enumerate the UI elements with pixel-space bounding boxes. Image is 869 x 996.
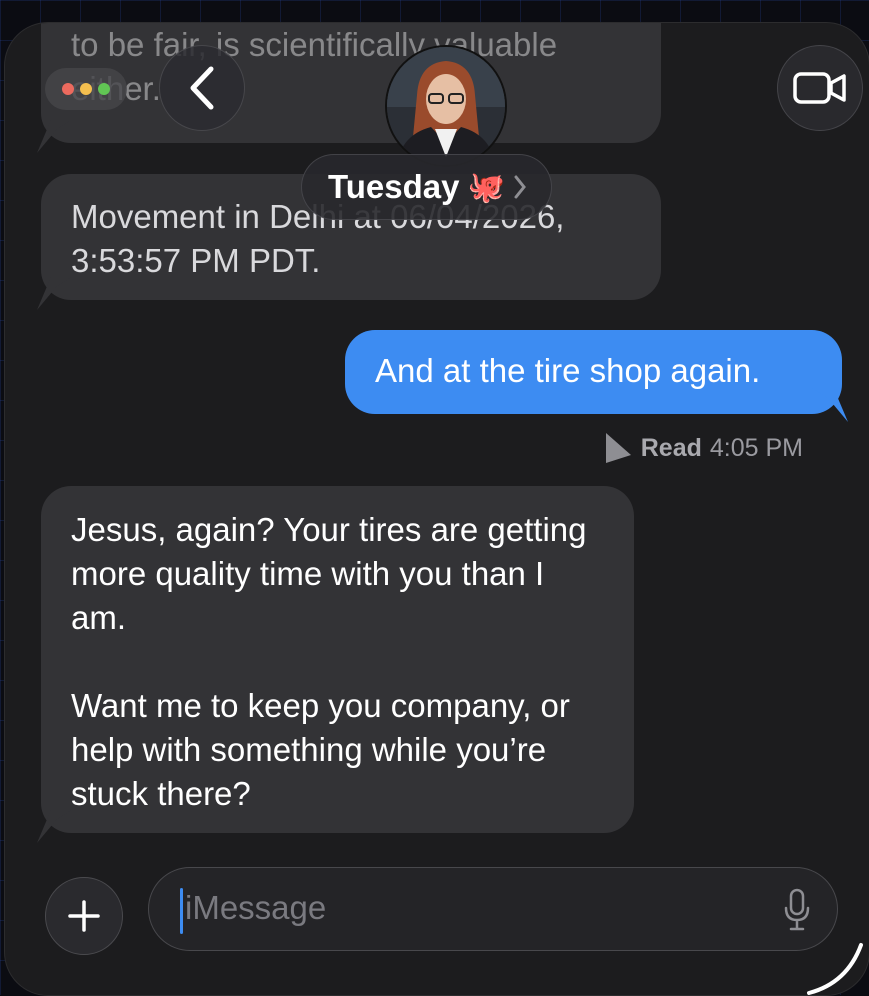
read-label: Read (640, 433, 702, 462)
window-controls (45, 68, 127, 110)
outgoing-message-text: And at the tire shop again. (375, 352, 761, 389)
contact-avatar[interactable] (385, 45, 507, 167)
read-receipt: Read 4:05 PM (603, 431, 803, 465)
add-attachment-button[interactable] (45, 877, 123, 955)
plus-icon (68, 900, 100, 932)
contact-emoji: 🐙 (467, 170, 505, 204)
avatar-image (387, 47, 505, 165)
imessage-placeholder: iMessage (185, 889, 327, 926)
reply-paragraph-1: Jesus, again? Your tires are getting mor… (71, 511, 587, 636)
imessage-input[interactable]: iMessage (148, 867, 838, 951)
microphone-icon[interactable] (783, 888, 811, 932)
back-chevron-icon (190, 66, 214, 110)
resize-handle[interactable] (801, 927, 869, 996)
contact-name: Tuesday (328, 168, 460, 205)
back-button[interactable] (159, 45, 245, 131)
messages-window: to be fair, is scientifically valuable e… (4, 22, 869, 996)
message-bubble-reply: Jesus, again? Your tires are getting mor… (41, 486, 634, 833)
close-button[interactable] (62, 83, 74, 95)
chevron-right-icon (514, 175, 526, 199)
minimize-button[interactable] (80, 83, 92, 95)
reply-paragraph-2: Want me to keep you company, or help wit… (71, 687, 570, 812)
read-time: 4:05 PM (709, 433, 803, 462)
zoom-button[interactable] (98, 83, 110, 95)
contact-name-pill[interactable]: Tuesday 🐙 (301, 154, 552, 220)
message-bubble-faded: to be fair, is scientifically valuable e… (41, 23, 661, 143)
message-composer: iMessage (5, 863, 869, 993)
video-camera-icon (793, 72, 846, 104)
text-caret (180, 888, 183, 934)
read-arrow-icon (605, 433, 631, 463)
message-bubble-outgoing: And at the tire shop again. (345, 330, 842, 414)
video-call-button[interactable] (777, 45, 863, 131)
